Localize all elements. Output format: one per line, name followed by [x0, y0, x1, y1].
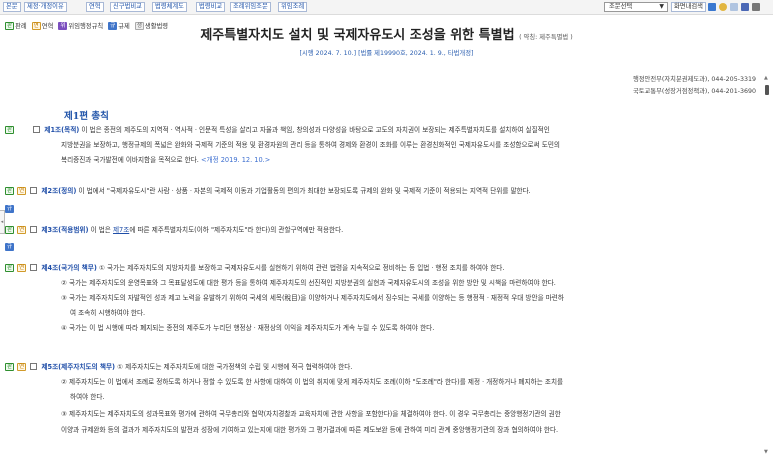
article-1-checkbox[interactable]	[33, 126, 41, 133]
article-4-para-4: ④ 국가는 이 법 시행에 따라 폐지되는 종전의 제주도가 누리던 행정상ㆍ재…	[61, 324, 435, 332]
article-4-para-3-cont: 여 조속히 시행하여야 한다.	[70, 309, 146, 317]
article-5: 판 연 제5조(제주자치도의 책무) ① 제주자치도는 제주자치도에 대한 국가…	[5, 362, 352, 372]
bookmark-icon[interactable]	[719, 3, 727, 11]
chevron-left-icon: ◂	[0, 219, 4, 225]
regulation-badge[interactable]: 규	[5, 205, 15, 213]
history-badge[interactable]: 연	[17, 187, 27, 195]
article-1-text-end: 복리증진과 국가발전에 이바지함을 목적으로 한다. <개정 2019. 12.…	[61, 155, 270, 165]
tab-old-new-compare[interactable]: 신구법비교	[110, 2, 145, 12]
article-5-para-3: ③ 제주자치도는 제주자치도의 성과목표와 평가에 관하여 국무총리와 협약(자…	[61, 410, 561, 418]
print-icon[interactable]	[752, 3, 760, 11]
article-3-heading[interactable]: 제3조(적용범위)	[41, 226, 88, 234]
chevron-down-icon: ▼	[659, 3, 664, 10]
history-badge[interactable]: 연	[17, 226, 27, 234]
article-1-text-last: 복리증진과 국가발전에 이바지함을 목적으로 한다.	[61, 156, 199, 164]
article-4-heading[interactable]: 제4조(국가의 책무)	[41, 264, 96, 272]
article-3: 판 연 제3조(적용범위) 이 법은 제7조에 따른 제주특별자치도(이하 "제…	[5, 225, 343, 235]
article-select[interactable]: 조문선택 ▼	[604, 2, 668, 12]
tab-body[interactable]: 본문	[3, 2, 21, 12]
article-5-para-1: ① 제주자치도는 제주자치도에 대한 국가정책의 수립 및 시행에 적극 협력하…	[117, 363, 353, 371]
article-5-para-2-cont: 하여야 한다.	[70, 393, 105, 401]
precedent-badge[interactable]: 판	[5, 226, 15, 234]
article-2-checkbox[interactable]	[30, 187, 38, 194]
article-7-link[interactable]: 제7조	[113, 226, 129, 234]
article-5-para-3-cont: 이양과 규제완화 등의 결과가 제주자치도의 발전과 성장에 기여하고 있는지에…	[61, 426, 559, 434]
article-2-heading[interactable]: 제2조(정의)	[41, 187, 76, 195]
law-title-block: 제주특별자치도 설치 및 국제자유도시 조성을 위한 특별법 ( 약칭: 제주특…	[0, 24, 773, 43]
article-5-heading[interactable]: 제5조(제주자치도의 책무)	[41, 363, 115, 371]
law-short-title: ( 약칭: 제주특별법 )	[519, 34, 573, 41]
article-1: 판 제1조(목적) 이 법은 종전의 제주도의 지역적ㆍ역사적ㆍ인문적 특성을 …	[5, 125, 550, 135]
download-icon[interactable]	[708, 3, 716, 11]
tab-law-compare[interactable]: 법령비교	[196, 2, 226, 12]
ministry-contact-1: 행정안전부(자치분권제도과), 044-205-3319	[632, 76, 756, 83]
article-3-checkbox[interactable]	[30, 226, 38, 233]
tab-ordinance-articles[interactable]: 조례위임조문	[230, 2, 271, 12]
tab-delegated-ordinance[interactable]: 위임조례	[278, 2, 308, 12]
scroll-thumb[interactable]	[765, 85, 769, 95]
history-badge[interactable]: 연	[17, 264, 27, 272]
article-1-text-cont: 지방분권을 보장하고, 행정규제의 폭넓은 완화와 국제적 기준의 적용 및 환…	[61, 141, 560, 149]
in-page-search-button[interactable]: 화면내검색	[671, 2, 706, 12]
regulation-badge[interactable]: 규	[5, 243, 15, 251]
tab-law-structure[interactable]: 법령체계도	[152, 2, 187, 12]
history-badge[interactable]: 연	[17, 363, 27, 371]
vertical-scrollbar[interactable]: ▲ ▼	[763, 75, 771, 457]
tab-history[interactable]: 연혁	[86, 2, 104, 12]
page-title: 제주특별자치도 설치 및 국제자유도시 조성을 위한 특별법	[200, 28, 515, 43]
article-select-value: 조문선택	[609, 3, 633, 10]
tab-enactment-reason[interactable]: 제정·개정이유	[24, 2, 67, 12]
article-3-text: 이 법은	[90, 226, 111, 234]
article-4-para-1: ① 국가는 제주자치도의 지방자치를 보장하고 국제자유도시를 실현하기 위하여…	[98, 264, 505, 272]
article-4-para-2: ② 국가는 제주자치도의 운영목표와 그 목표달성도에 대한 평가 등을 통하여…	[61, 279, 556, 287]
law-toolbar: 본문 제정·개정이유 연혁 신구법비교 법령체계도 법령비교 조례위임조문 위임…	[0, 0, 773, 15]
article-1-text: 이 법은 종전의 제주도의 지역적ㆍ역사적ㆍ인문적 특성을 살리고 자율과 책임…	[81, 126, 550, 134]
article-4-checkbox[interactable]	[30, 264, 38, 271]
precedent-badge[interactable]: 판	[5, 363, 15, 371]
save-icon[interactable]	[741, 3, 749, 11]
enforcement-info: [시행 2024. 7. 10.] [법률 제19990호, 2024. 1. …	[299, 50, 474, 57]
article-1-heading[interactable]: 제1조(목적)	[44, 126, 79, 134]
amendment-note[interactable]: <개정 2019. 12. 10.>	[201, 156, 270, 164]
part-heading: 제1편 총칙	[64, 111, 109, 122]
article-4: 판 연 제4조(국가의 책무) ① 국가는 제주자치도의 지방자치를 보장하고 …	[5, 263, 504, 273]
precedent-badge[interactable]: 판	[5, 126, 15, 134]
precedent-badge[interactable]: 판	[5, 187, 15, 195]
ministry-contact-2: 국토교통부(성장거점정책과), 044-201-3690	[632, 88, 756, 95]
print-preview-icon[interactable]	[730, 3, 738, 11]
precedent-badge[interactable]: 판	[5, 264, 15, 272]
article-3-text-cont: 에 따른 제주특별자치도(이하 "제주자치도"라 한다)의 관할구역에만 적용한…	[129, 226, 344, 234]
article-5-para-2: ② 제주자치도는 이 법에서 조례로 정하도록 하거나 정할 수 있도록 한 사…	[61, 378, 564, 386]
article-5-checkbox[interactable]	[30, 363, 38, 370]
scroll-up-icon[interactable]: ▲	[764, 75, 768, 81]
scroll-down-icon[interactable]: ▼	[764, 449, 768, 455]
article-4-para-3: ③ 국가는 제주자치도의 자발적인 성과 제고 노력을 유발하기 위하여 국세의…	[61, 294, 564, 302]
article-2-text: 이 법에서 "국제자유도시"란 사람ㆍ상품ㆍ자본의 국제적 이동과 기업활동의 …	[78, 187, 531, 195]
article-2: 판 연 제2조(정의) 이 법에서 "국제자유도시"란 사람ㆍ상품ㆍ자본의 국제…	[5, 186, 531, 196]
